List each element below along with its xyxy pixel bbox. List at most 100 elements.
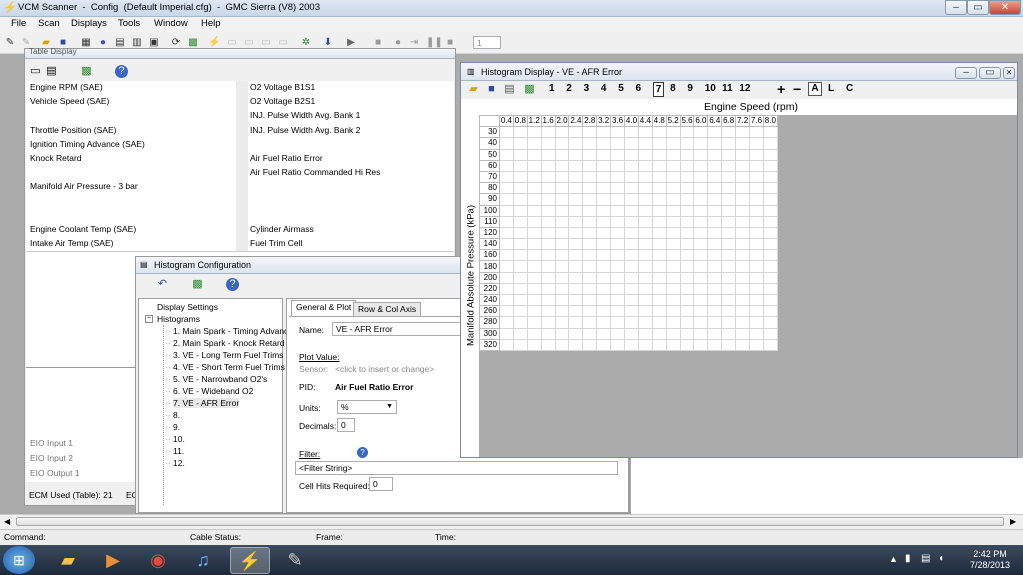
grid-cell[interactable]: [665, 282, 681, 296]
grid-cell[interactable]: [637, 249, 653, 262]
grid-cell[interactable]: [762, 238, 778, 251]
grid-cell[interactable]: [721, 170, 737, 184]
grid-cell[interactable]: [568, 249, 584, 262]
grid-cell[interactable]: [554, 170, 570, 184]
left-parameter-row[interactable]: Knock Retard: [30, 153, 82, 163]
layout-single-icon[interactable]: ▭: [29, 65, 42, 78]
grid-cell[interactable]: [610, 148, 626, 161]
grid-cell[interactable]: [624, 282, 639, 296]
grid-cell[interactable]: [554, 249, 570, 262]
grid-cell[interactable]: [637, 316, 653, 329]
grid-cell[interactable]: [735, 271, 751, 284]
grid-cell[interactable]: [554, 316, 570, 329]
grid-cell[interactable]: [610, 338, 626, 351]
grid-cell[interactable]: [707, 226, 723, 240]
grid-cell[interactable]: [512, 126, 528, 139]
grid-cell[interactable]: [762, 159, 778, 172]
undo-icon[interactable]: ↶: [156, 278, 169, 291]
grid-cell[interactable]: [749, 327, 764, 340]
grid-cell[interactable]: [679, 148, 695, 161]
grid-cell[interactable]: [707, 159, 723, 172]
grid-cell[interactable]: [596, 148, 612, 161]
grid-cell[interactable]: [721, 238, 737, 251]
grid-cell[interactable]: [554, 338, 570, 351]
grid-cell[interactable]: [679, 249, 695, 262]
grid-cell[interactable]: [610, 126, 626, 139]
grid-cell[interactable]: [526, 193, 542, 206]
grid-cell[interactable]: [707, 282, 723, 296]
grid-cell[interactable]: [568, 316, 584, 329]
minimize-button[interactable]: –: [945, 0, 967, 15]
column-header[interactable]: 6.8: [721, 114, 737, 128]
grid-cell[interactable]: [540, 293, 556, 307]
grid-cell[interactable]: [749, 159, 764, 172]
grid-cell[interactable]: [526, 204, 542, 217]
grid-cell[interactable]: [554, 148, 570, 161]
grid-cell[interactable]: [637, 238, 653, 251]
histogram-button[interactable]: 11: [722, 81, 733, 97]
grid-cell[interactable]: [679, 193, 695, 206]
right-parameter-row[interactable]: Fuel Trim Cell: [250, 238, 302, 248]
column-header[interactable]: 4.8: [651, 114, 667, 128]
column-header[interactable]: 5.6: [679, 114, 695, 128]
grid-cell[interactable]: [568, 137, 584, 150]
cell-hits-field[interactable]: 0: [369, 477, 393, 491]
config-network-icon[interactable]: ▩: [191, 278, 204, 291]
tree-histogram-item[interactable]: ·· 11.: [165, 445, 184, 457]
grid-cell[interactable]: [624, 327, 639, 340]
grid-cell[interactable]: [749, 204, 764, 217]
histogram-button[interactable]: 6: [636, 81, 642, 97]
maximize-button[interactable]: ▭: [967, 0, 989, 15]
grid-cell[interactable]: [499, 271, 514, 284]
grid-cell[interactable]: [637, 193, 653, 206]
grid-cell[interactable]: [735, 249, 751, 262]
grid-cell[interactable]: [610, 182, 626, 195]
grid-cell[interactable]: [693, 126, 709, 139]
grid-cell[interactable]: [582, 260, 598, 273]
grid-cell[interactable]: [610, 238, 626, 251]
grid-cell[interactable]: [582, 282, 598, 296]
column-header[interactable]: 0.8: [512, 114, 528, 128]
grid-cell[interactable]: [665, 170, 681, 184]
left-parameter-row[interactable]: Intake Air Temp (SAE): [30, 238, 113, 248]
grid-cell[interactable]: [624, 170, 639, 184]
grid-cell[interactable]: [679, 316, 695, 329]
media-player-icon[interactable]: ▶: [93, 547, 133, 574]
grid-cell[interactable]: [596, 137, 612, 150]
row-header[interactable]: 30: [479, 126, 500, 139]
table-network-icon[interactable]: ▩: [80, 65, 93, 78]
grid-cell[interactable]: [526, 249, 542, 262]
grid-cell[interactable]: [762, 338, 778, 351]
grid-cell[interactable]: [735, 204, 751, 217]
grid-cell[interactable]: [610, 170, 626, 184]
row-header[interactable]: 140: [479, 238, 500, 251]
histogram-button[interactable]: 12: [739, 81, 750, 97]
grid-cell[interactable]: [762, 316, 778, 329]
grid-cell[interactable]: [651, 204, 667, 217]
grid-cell[interactable]: [749, 338, 764, 351]
grid-cell[interactable]: [526, 182, 542, 195]
grid-cell[interactable]: [651, 316, 667, 329]
grid-cell[interactable]: [499, 338, 514, 351]
grid-cell[interactable]: [624, 238, 639, 251]
grid-cell[interactable]: [512, 260, 528, 273]
grid-cell[interactable]: [596, 271, 612, 284]
grid-cell[interactable]: [693, 182, 709, 195]
right-parameter-row[interactable]: Air Fuel Ratio Commanded Hi Res: [250, 167, 380, 177]
pen-icon[interactable]: ✎: [4, 37, 16, 49]
grid-cell[interactable]: [637, 282, 653, 296]
grid-cell[interactable]: [596, 293, 612, 307]
grid-cell[interactable]: [651, 338, 667, 351]
grid-cell[interactable]: [735, 327, 751, 340]
grid-cell[interactable]: [735, 182, 751, 195]
grid-cell[interactable]: [749, 293, 764, 307]
grid-cell[interactable]: [499, 137, 514, 150]
scroll-right-icon[interactable]: ▶: [1010, 517, 1016, 526]
grid-cell[interactable]: [707, 293, 723, 307]
grid-cell[interactable]: [693, 271, 709, 284]
grid-cell[interactable]: [721, 126, 737, 139]
grid-cell[interactable]: [735, 148, 751, 161]
sensor-value[interactable]: <click to insert or change>: [335, 364, 434, 374]
grid-cell[interactable]: [526, 316, 542, 329]
grid-cell[interactable]: [693, 238, 709, 251]
